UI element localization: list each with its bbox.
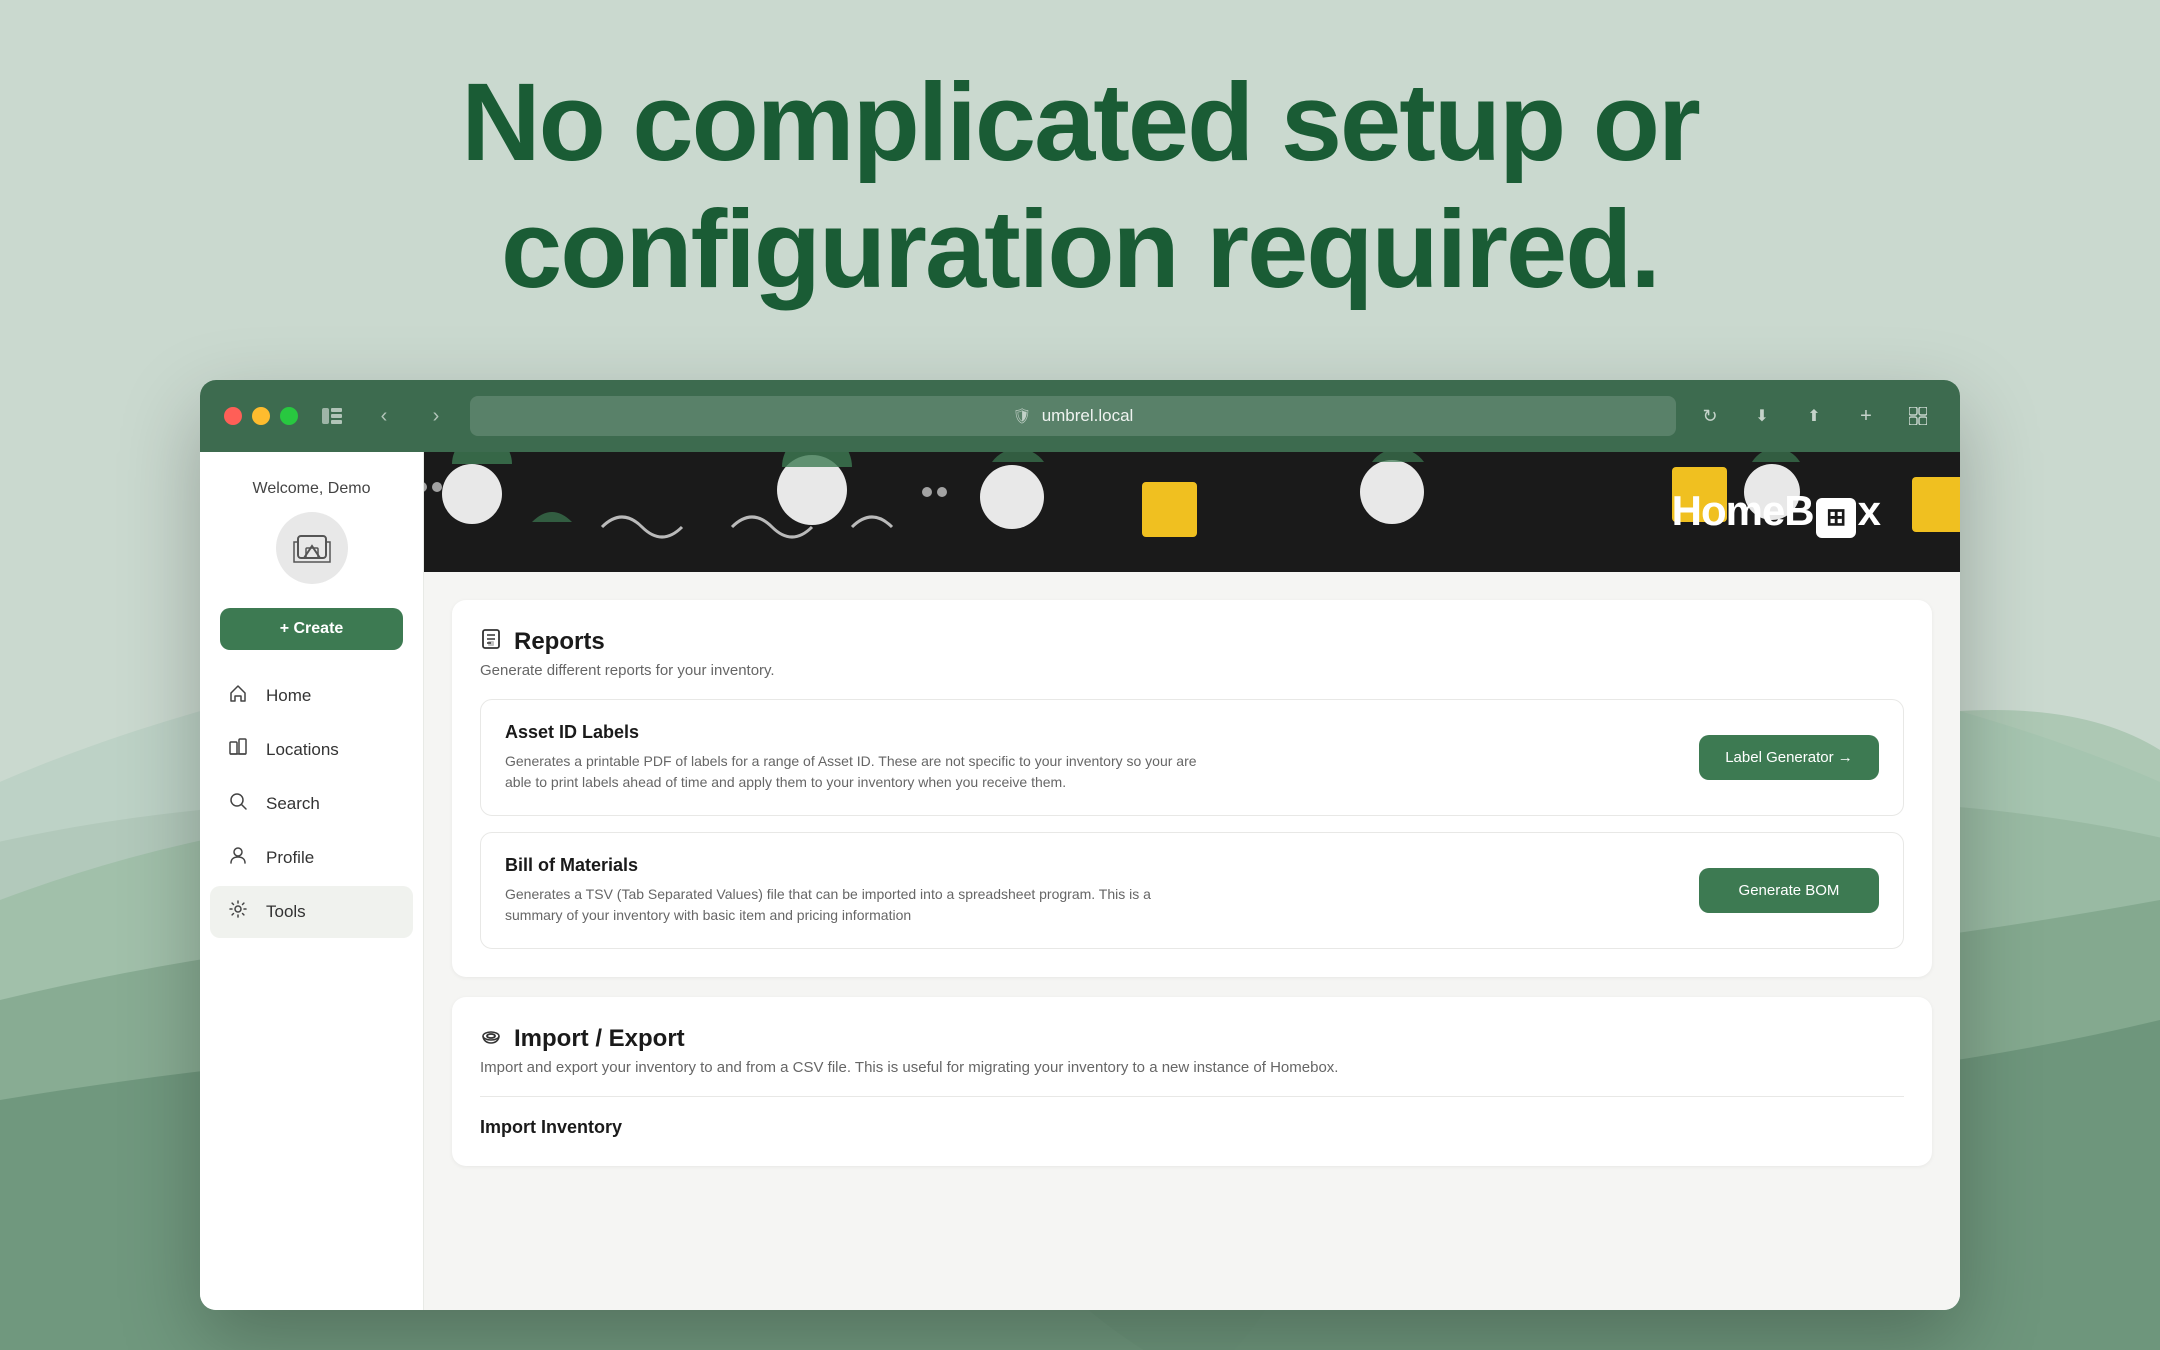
report-item-bom: Bill of Materials Generates a TSV (Tab S…: [480, 832, 1904, 949]
reports-header: Reports: [480, 628, 1904, 656]
import-export-icon: [480, 1025, 502, 1053]
download-button[interactable]: ⬇: [1744, 398, 1780, 434]
import-export-header: Import / Export: [480, 1025, 1904, 1053]
traffic-light-maximize[interactable]: [280, 407, 298, 425]
traffic-light-minimize[interactable]: [252, 407, 270, 425]
profile-icon: [226, 845, 250, 871]
hero-section: No complicated setup or configuration re…: [0, 60, 2160, 313]
bom-info: Bill of Materials Generates a TSV (Tab S…: [505, 855, 1205, 926]
asset-labels-info: Asset ID Labels Generates a printable PD…: [505, 722, 1205, 793]
import-export-title: Import / Export: [514, 1025, 685, 1053]
sidebar-item-home[interactable]: Home: [210, 670, 413, 722]
sidebar-item-profile[interactable]: Profile: [210, 832, 413, 884]
sidebar-navigation: Home Locations: [200, 670, 423, 938]
app-name-text: HomeB: [1672, 487, 1814, 534]
share-button[interactable]: ⬆: [1796, 398, 1832, 434]
sidebar-item-locations-label: Locations: [266, 740, 339, 760]
locations-icon: [226, 737, 250, 763]
sidebar-toggle-button[interactable]: [314, 398, 350, 434]
tabs-button[interactable]: [1900, 398, 1936, 434]
reports-icon: [480, 628, 502, 656]
sidebar-welcome-text: Welcome, Demo: [253, 480, 371, 498]
hero-title: No complicated setup or configuration re…: [0, 60, 2160, 313]
sidebar-item-locations[interactable]: Locations: [210, 724, 413, 776]
avatar: [276, 512, 348, 584]
sidebar-user-section: Welcome, Demo: [200, 480, 423, 608]
import-inventory-title: Import Inventory: [480, 1096, 1904, 1138]
address-bar[interactable]: 🛡 umbrel.local: [470, 396, 1676, 436]
home-icon: [226, 683, 250, 709]
sidebar-item-tools[interactable]: Tools: [210, 886, 413, 938]
reload-button[interactable]: ↻: [1692, 398, 1728, 434]
url-display: umbrel.local: [1042, 406, 1134, 426]
reports-subtitle: Generate different reports for your inve…: [480, 662, 1904, 679]
import-export-section: Import / Export Import and export your i…: [452, 997, 1932, 1166]
app-logo: HomeB⊞x: [1672, 487, 1880, 538]
traffic-lights: [224, 407, 298, 425]
browser-window: ‹ › 🛡 umbrel.local ↻ ⬇ ⬆ + Welcome, Demo: [200, 380, 1960, 1310]
app-logo-box: ⊞: [1816, 498, 1856, 538]
security-icon: 🛡: [1013, 407, 1032, 425]
app-name-text2: x: [1858, 487, 1880, 534]
tools-icon: [226, 899, 250, 925]
report-items-list: Asset ID Labels Generates a printable PD…: [480, 699, 1904, 949]
asset-labels-description: Generates a printable PDF of labels for …: [505, 751, 1205, 793]
label-generator-button[interactable]: Label Generator →: [1699, 735, 1879, 780]
search-icon: [226, 791, 250, 817]
reports-title: Reports: [514, 628, 605, 656]
reports-section: Reports Generate different reports for y…: [452, 600, 1932, 977]
asset-labels-title: Asset ID Labels: [505, 722, 1205, 743]
sidebar: Welcome, Demo + Create: [200, 452, 424, 1310]
sidebar-item-search-label: Search: [266, 794, 320, 814]
main-content: HomeB⊞x: [424, 452, 1960, 1310]
report-item-asset-labels: Asset ID Labels Generates a printable PD…: [480, 699, 1904, 816]
bom-description: Generates a TSV (Tab Separated Values) f…: [505, 884, 1205, 926]
sidebar-item-home-label: Home: [266, 686, 311, 706]
new-tab-button[interactable]: +: [1848, 398, 1884, 434]
bom-title: Bill of Materials: [505, 855, 1205, 876]
sidebar-item-search[interactable]: Search: [210, 778, 413, 830]
forward-button[interactable]: ›: [418, 398, 454, 434]
sidebar-item-profile-label: Profile: [266, 848, 314, 868]
traffic-light-close[interactable]: [224, 407, 242, 425]
app-layout: Welcome, Demo + Create: [200, 452, 1960, 1310]
browser-chrome: ‹ › 🛡 umbrel.local ↻ ⬇ ⬆ +: [200, 380, 1960, 452]
sidebar-item-tools-label: Tools: [266, 902, 306, 922]
create-button[interactable]: + Create: [220, 608, 403, 650]
page-content-area: Reports Generate different reports for y…: [424, 572, 1960, 1194]
app-banner: HomeB⊞x: [424, 452, 1960, 572]
back-button[interactable]: ‹: [366, 398, 402, 434]
import-inventory-item: Import Inventory: [480, 1096, 1904, 1138]
import-export-subtitle: Import and export your inventory to and …: [480, 1059, 1904, 1076]
generate-bom-button[interactable]: Generate BOM: [1699, 868, 1879, 913]
